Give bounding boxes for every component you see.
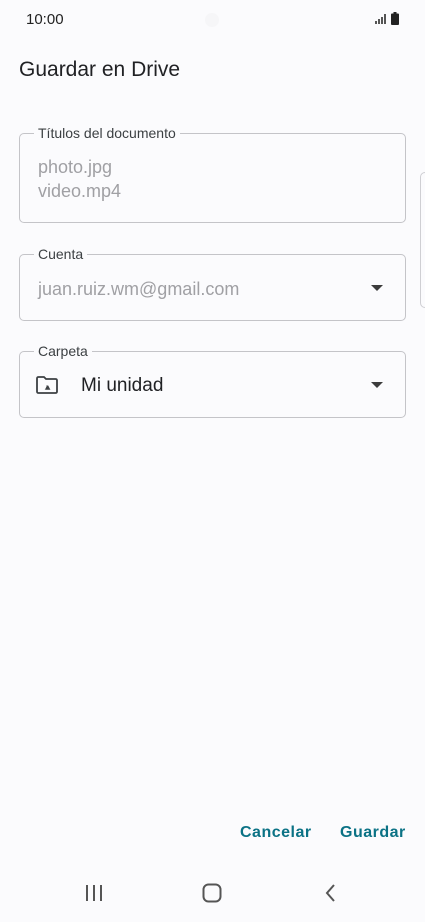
chevron-down-icon[interactable] (371, 284, 383, 291)
account-select[interactable]: Cuenta juan.ruiz.wm@gmail.com (19, 245, 406, 321)
save-button[interactable]: Guardar (340, 824, 406, 842)
shared-drive-folder-icon (36, 376, 58, 394)
document-title-item: photo.jpg (38, 157, 113, 177)
chevron-down-icon[interactable] (371, 381, 383, 388)
signal-icon (375, 13, 386, 24)
folder-select[interactable]: Carpeta Mi unidad (19, 342, 406, 418)
front-camera (205, 13, 219, 27)
edge-panel-handle[interactable] (420, 172, 425, 308)
account-label: Cuenta (34, 245, 88, 263)
home-icon[interactable] (202, 883, 222, 903)
cancel-button[interactable]: Cancelar (240, 824, 312, 842)
back-icon[interactable] (323, 883, 339, 903)
screen: 10:00 Guardar en Drive Títulos del docum… (0, 0, 425, 922)
document-titles-label: Títulos del documento (34, 124, 180, 142)
navigation-bar (0, 866, 425, 922)
document-title-item: video.mp4 (38, 181, 122, 201)
page-title: Guardar en Drive (19, 58, 181, 81)
status-bar: 10:00 (0, 0, 425, 40)
folder-label: Carpeta (34, 342, 92, 360)
account-value: juan.ruiz.wm@gmail.com (38, 279, 240, 299)
battery-icon (391, 12, 399, 25)
status-icons (375, 12, 399, 25)
recents-icon[interactable] (84, 883, 104, 903)
folder-value: Mi unidad (81, 375, 164, 396)
status-time: 10:00 (26, 11, 64, 28)
document-titles-field[interactable]: Títulos del documento photo.jpg video.mp… (19, 124, 406, 223)
